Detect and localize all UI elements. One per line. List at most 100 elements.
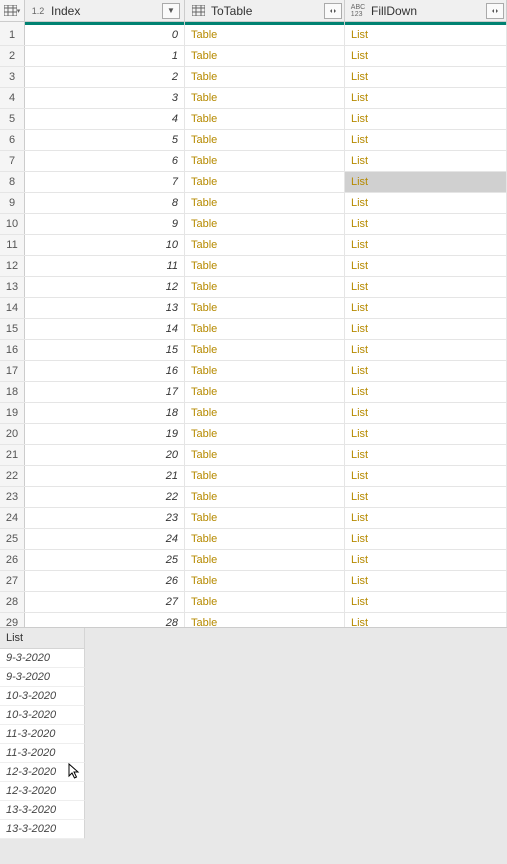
list-item[interactable]: 13-3-2020 <box>0 820 85 839</box>
cell-index[interactable]: 11 <box>25 256 185 276</box>
row-number[interactable]: 9 <box>0 193 25 213</box>
row-number[interactable]: 2 <box>0 46 25 66</box>
cell-filldown-link[interactable]: List <box>345 151 507 171</box>
cell-totable-link[interactable]: Table <box>185 592 345 612</box>
cell-filldown-link[interactable]: List <box>345 319 507 339</box>
cell-index[interactable]: 3 <box>25 88 185 108</box>
cell-filldown-link[interactable]: List <box>345 466 507 486</box>
cell-filldown-link[interactable]: List <box>345 235 507 255</box>
cell-index[interactable]: 16 <box>25 361 185 381</box>
cell-totable-link[interactable]: Table <box>185 613 345 628</box>
cell-filldown-link[interactable]: List <box>345 172 507 192</box>
cell-index[interactable]: 23 <box>25 508 185 528</box>
column-header-index[interactable]: 1.2 Index ▼ <box>25 0 185 21</box>
cell-index[interactable]: 8 <box>25 193 185 213</box>
cell-index[interactable]: 6 <box>25 151 185 171</box>
table-row[interactable]: 1312TableList <box>0 277 507 298</box>
cell-filldown-link[interactable]: List <box>345 508 507 528</box>
cell-filldown-link[interactable]: List <box>345 109 507 129</box>
row-number[interactable]: 20 <box>0 424 25 444</box>
row-number[interactable]: 4 <box>0 88 25 108</box>
cell-totable-link[interactable]: Table <box>185 109 345 129</box>
table-row[interactable]: 10TableList <box>0 25 507 46</box>
expand-column-icon[interactable] <box>324 3 342 19</box>
cell-totable-link[interactable]: Table <box>185 508 345 528</box>
table-row[interactable]: 2827TableList <box>0 592 507 613</box>
cell-filldown-link[interactable]: List <box>345 487 507 507</box>
row-number[interactable]: 15 <box>0 319 25 339</box>
cell-totable-link[interactable]: Table <box>185 487 345 507</box>
list-item[interactable]: 11-3-2020 <box>0 725 85 744</box>
cell-totable-link[interactable]: Table <box>185 256 345 276</box>
cell-totable-link[interactable]: Table <box>185 382 345 402</box>
row-number[interactable]: 13 <box>0 277 25 297</box>
cell-totable-link[interactable]: Table <box>185 403 345 423</box>
cell-filldown-link[interactable]: List <box>345 88 507 108</box>
cell-filldown-link[interactable]: List <box>345 193 507 213</box>
cell-filldown-link[interactable]: List <box>345 67 507 87</box>
cell-index[interactable]: 0 <box>25 25 185 45</box>
row-number[interactable]: 6 <box>0 130 25 150</box>
cell-index[interactable]: 13 <box>25 298 185 318</box>
table-row[interactable]: 1615TableList <box>0 340 507 361</box>
list-item[interactable]: 10-3-2020 <box>0 706 85 725</box>
cell-index[interactable]: 17 <box>25 382 185 402</box>
table-row[interactable]: 54TableList <box>0 109 507 130</box>
table-row[interactable]: 2625TableList <box>0 550 507 571</box>
cell-index[interactable]: 18 <box>25 403 185 423</box>
row-number[interactable]: 12 <box>0 256 25 276</box>
column-header-totable[interactable]: ToTable <box>185 0 345 21</box>
cell-totable-link[interactable]: Table <box>185 25 345 45</box>
cell-totable-link[interactable]: Table <box>185 529 345 549</box>
row-number[interactable]: 27 <box>0 571 25 591</box>
table-row[interactable]: 1514TableList <box>0 319 507 340</box>
column-header-filldown[interactable]: ABC123 FillDown <box>345 0 507 21</box>
row-number[interactable]: 16 <box>0 340 25 360</box>
table-row[interactable]: 1211TableList <box>0 256 507 277</box>
table-row[interactable]: 2423TableList <box>0 508 507 529</box>
cell-index[interactable]: 20 <box>25 445 185 465</box>
cell-filldown-link[interactable]: List <box>345 214 507 234</box>
row-number[interactable]: 7 <box>0 151 25 171</box>
table-row[interactable]: 65TableList <box>0 130 507 151</box>
row-number[interactable]: 18 <box>0 382 25 402</box>
cell-index[interactable]: 5 <box>25 130 185 150</box>
list-item[interactable]: 9-3-2020 <box>0 649 85 668</box>
cell-filldown-link[interactable]: List <box>345 571 507 591</box>
cell-filldown-link[interactable]: List <box>345 25 507 45</box>
cell-filldown-link[interactable]: List <box>345 403 507 423</box>
cell-index[interactable]: 2 <box>25 67 185 87</box>
table-row[interactable]: 87TableList <box>0 172 507 193</box>
cell-totable-link[interactable]: Table <box>185 46 345 66</box>
cell-index[interactable]: 7 <box>25 172 185 192</box>
row-number[interactable]: 17 <box>0 361 25 381</box>
select-all-corner[interactable]: ▾ <box>0 0 25 21</box>
cell-totable-link[interactable]: Table <box>185 88 345 108</box>
table-row[interactable]: 2120TableList <box>0 445 507 466</box>
cell-filldown-link[interactable]: List <box>345 277 507 297</box>
row-number[interactable]: 25 <box>0 529 25 549</box>
cell-index[interactable]: 21 <box>25 466 185 486</box>
cell-filldown-link[interactable]: List <box>345 361 507 381</box>
cell-index[interactable]: 24 <box>25 529 185 549</box>
row-number[interactable]: 11 <box>0 235 25 255</box>
cell-index[interactable]: 19 <box>25 424 185 444</box>
cell-totable-link[interactable]: Table <box>185 445 345 465</box>
cell-totable-link[interactable]: Table <box>185 298 345 318</box>
list-item[interactable]: 11-3-2020 <box>0 744 85 763</box>
table-row[interactable]: 1716TableList <box>0 361 507 382</box>
row-number[interactable]: 24 <box>0 508 25 528</box>
table-row[interactable]: 2928TableList <box>0 613 507 628</box>
cell-totable-link[interactable]: Table <box>185 361 345 381</box>
cell-index[interactable]: 26 <box>25 571 185 591</box>
cell-filldown-link[interactable]: List <box>345 445 507 465</box>
row-number[interactable]: 10 <box>0 214 25 234</box>
row-number[interactable]: 1 <box>0 25 25 45</box>
table-row[interactable]: 32TableList <box>0 67 507 88</box>
cell-index[interactable]: 28 <box>25 613 185 628</box>
row-number[interactable]: 14 <box>0 298 25 318</box>
table-row[interactable]: 2019TableList <box>0 424 507 445</box>
cell-totable-link[interactable]: Table <box>185 340 345 360</box>
list-item[interactable]: 10-3-2020 <box>0 687 85 706</box>
table-row[interactable]: 2726TableList <box>0 571 507 592</box>
